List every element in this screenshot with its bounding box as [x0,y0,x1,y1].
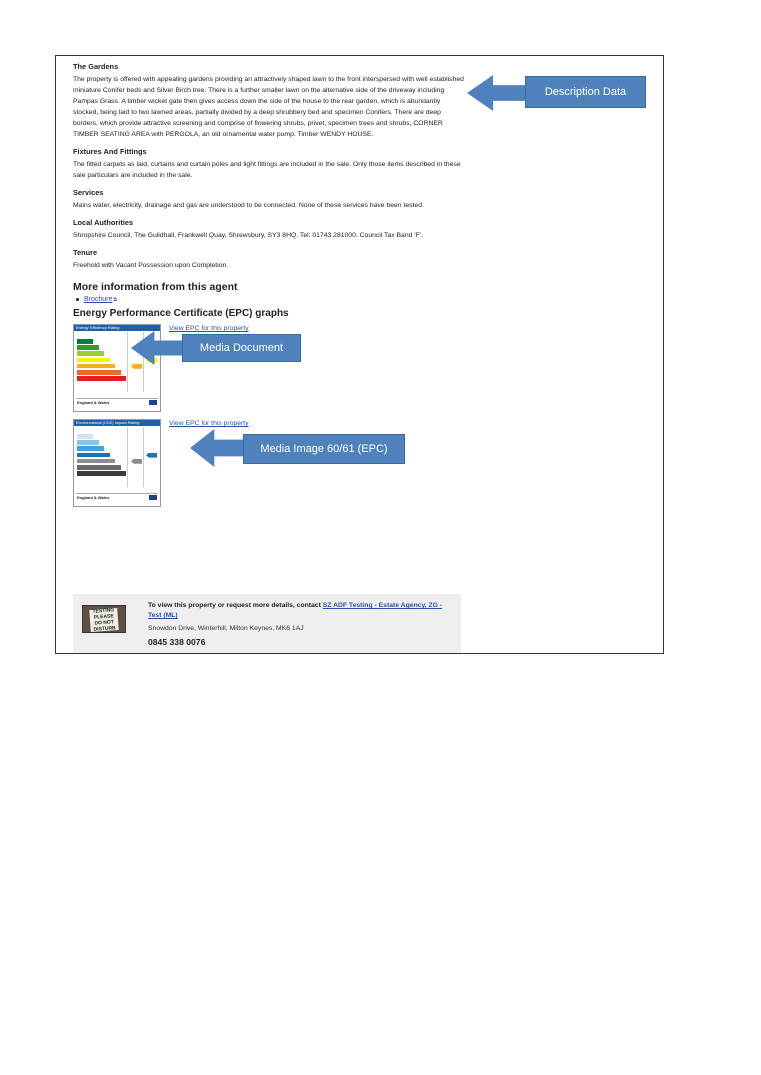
services-section: Services Mains water, electricity, drain… [73,188,465,211]
brochure-list-item: Brochure ⧉ [73,296,465,303]
section-title: Local Authorities [73,218,134,227]
more-info-heading: More information from this agent [73,281,238,293]
epc-footer-label: England & Wales [77,400,110,405]
epc-card-header: Environmental (CO2) Impact Rating [74,420,160,426]
section-body: The property is offered with appealing g… [73,76,464,138]
epc-rating-band [77,446,104,451]
local-authorities-section: Local Authorities Shropshire Council, Th… [73,218,465,241]
epc-card-title: Environmental (CO2) Impact Rating [76,420,140,425]
testing-sign: TESTING PLEASE DO NOT DISTURB [89,607,119,632]
epc-rating-band [77,376,126,381]
section-body: Mains water, electricity, drainage and g… [73,202,424,209]
media-image-callout: Media Image 60/61 (EPC) [243,434,405,464]
external-link-icon: ⧉ [113,296,117,303]
epc-impact-graph[interactable]: Environmental (CO2) Impact Rating Englan… [73,419,161,507]
agent-photo: TESTING PLEASE DO NOT DISTURB [82,605,126,633]
tenure-section: Tenure Freehold with Vacant Possession u… [73,248,465,271]
section-title: Fixtures And Fittings [73,147,147,156]
epc-rating-band [77,440,99,445]
epc-rating-band [77,458,115,464]
contact-details: To view this property or request more de… [148,601,448,647]
description-data-callout: Description Data [525,76,646,108]
section-title: Services [73,188,104,197]
epc-rating-band [77,345,99,350]
contact-intro: To view this property or request more de… [148,602,321,609]
epc-footer: England & Wales [76,398,158,407]
view-epc-link[interactable]: View EPC for this property [169,420,249,427]
epc-heading: Energy Performance Certificate (EPC) gra… [73,308,289,319]
section-title: The Gardens [73,62,119,71]
eu-flag-icon [149,400,157,405]
section-body: Freehold with Vacant Possession upon Com… [73,262,229,269]
epc-rating-band [77,370,121,375]
agent-address: Snowdon Drive, Winterhill, Milton Keynes… [148,625,304,632]
epc-rating-band [77,339,93,344]
section-body: The fitted carpets as laid, curtains and… [73,161,461,179]
view-epc-link[interactable]: View EPC for this property [169,325,249,332]
fixtures-section: Fixtures And Fittings The fitted carpets… [73,147,465,181]
epc-rating-band [77,363,115,369]
bullet-icon [76,298,79,301]
epc-rating-band [77,452,110,458]
epc-rating-band [77,434,93,439]
epc-card-header: Energy Efficiency Rating [74,325,160,331]
brochure-link[interactable]: Brochure [84,296,112,303]
epc-rating-band [77,357,110,363]
media-document-callout: Media Document [182,334,301,362]
section-title: Tenure [73,248,98,257]
epc-rating-band [77,471,126,476]
eu-flag-icon [149,495,157,500]
agent-contact-panel: TESTING PLEASE DO NOT DISTURB To view th… [73,594,461,653]
epc-rating-band [77,465,121,470]
section-body: Shropshire Council, The Guildhall, Frank… [73,232,423,239]
gardens-section: The Gardens The property is offered with… [73,62,465,140]
epc-rating-band [77,351,104,356]
epc-footer-label: England & Wales [77,495,110,500]
epc-footer: England & Wales [76,493,158,502]
agent-phone: 0845 338 0076 [148,637,206,647]
epc-card-title: Energy Efficiency Rating [76,325,120,330]
